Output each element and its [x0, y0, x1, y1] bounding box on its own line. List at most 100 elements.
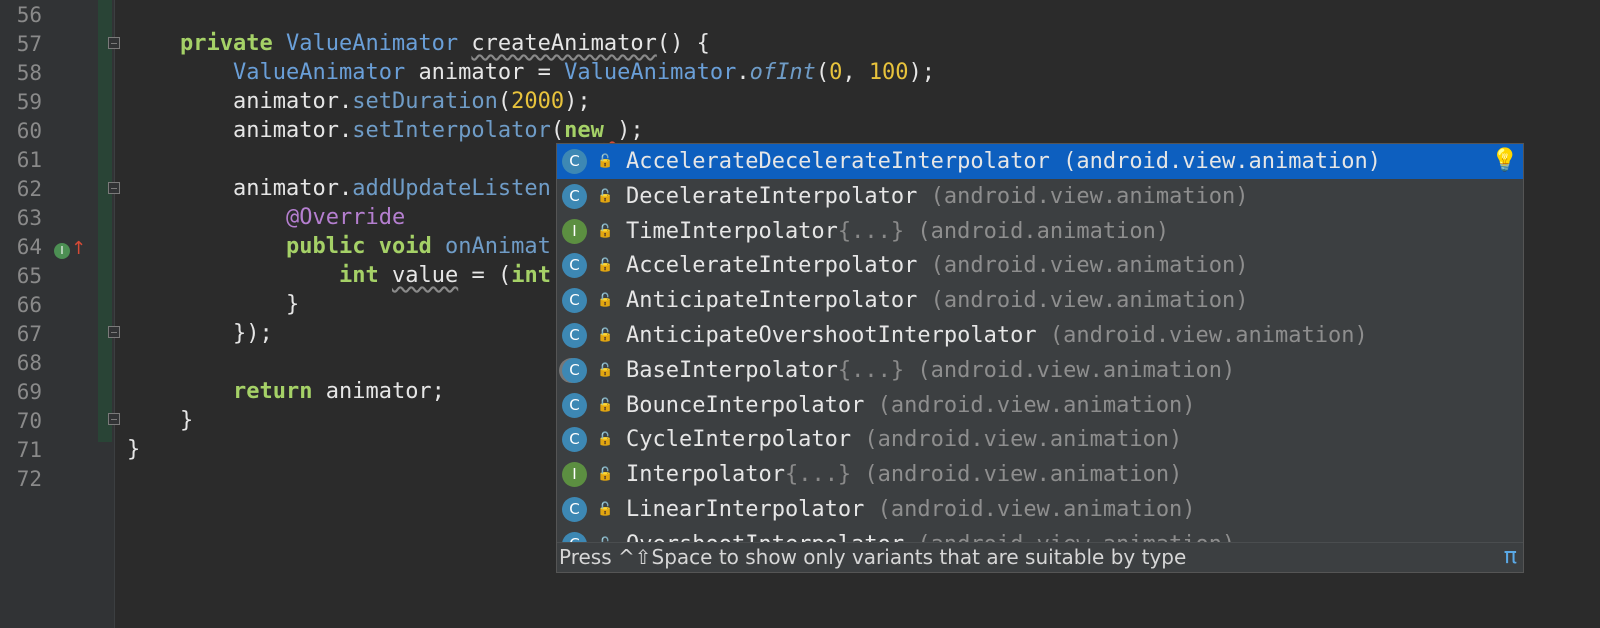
code-token: createAnimator — [471, 31, 657, 56]
code-token: . — [736, 60, 750, 85]
line-number: 63 — [16, 206, 42, 230]
code-token: = ( — [458, 263, 512, 288]
class-name: AnticipateOvershootInterpolator — [626, 323, 1037, 348]
interface-icon: I — [562, 462, 587, 488]
code-token: ValueAnimator — [233, 60, 419, 85]
completion-item[interactable]: C 🔓 DecelerateInterpolator (android.view.a… — [557, 179, 1523, 214]
code-token: onAnimat — [444, 234, 551, 259]
public-access-icon: 🔓 — [597, 293, 614, 309]
code-line[interactable]: animator.setDuration(2000); — [233, 87, 591, 117]
completion-list[interactable]: C 🔓 AccelerateDecelerateInterpolator (andr… — [557, 144, 1523, 542]
fold-marker-icon[interactable] — [108, 182, 120, 194]
class-icon: C — [562, 183, 587, 209]
code-token: animator. — [233, 89, 353, 114]
line-number: 65 — [16, 264, 42, 288]
code-token: ofInt — [749, 60, 816, 85]
code-token: } — [127, 437, 141, 462]
line-number: 62 — [16, 177, 42, 201]
completion-item[interactable]: C 🔓 AnticipateInterpolator (android.view.a… — [557, 283, 1523, 318]
completion-item[interactable]: C🔓OvershootInterpolator (android.view.an… — [557, 527, 1523, 542]
code-line[interactable]: } — [127, 435, 140, 465]
override-arrow-icon[interactable]: ↑ — [71, 238, 86, 259]
public-access-icon: 🔓 — [597, 432, 614, 448]
package-name: (android.animation) — [904, 218, 1170, 244]
code-token: ); — [564, 89, 591, 114]
code-line[interactable]: return animator; — [233, 377, 445, 407]
completion-item[interactable]: C 🔓 BaseInterpolator{...} (android.view.an… — [557, 353, 1523, 388]
line-number: 58 — [16, 61, 42, 85]
code-token: int — [339, 263, 392, 288]
code-token: addUpdateListen — [352, 176, 551, 201]
completion-item[interactable]: C 🔓 CycleInterpolator (android.view.animat… — [557, 422, 1523, 457]
vcs-change-marker[interactable] — [98, 0, 112, 442]
override-implements-icon[interactable]: I — [54, 243, 70, 259]
anonymous-suffix: {...} — [837, 218, 905, 244]
code-token: () { — [656, 31, 710, 56]
lightbulb-icon[interactable]: 💡 — [1491, 148, 1518, 174]
code-line[interactable]: int value = (int — [339, 261, 551, 291]
code-line[interactable]: }); — [233, 319, 273, 349]
completion-item[interactable]: C 🔓 AccelerateDecelerateInterpolator (andr… — [557, 144, 1523, 179]
code-token: } — [286, 292, 300, 317]
completion-item-name: AccelerateInterpolator (android.view.ani… — [626, 248, 1249, 283]
code-token: ( — [497, 89, 512, 114]
package-name: (android.view.animation) — [1049, 149, 1381, 174]
code-line[interactable]: @Override — [286, 203, 405, 233]
class-icon: C — [562, 323, 587, 348]
class-icon: C — [562, 427, 587, 453]
code-line[interactable]: } — [286, 290, 299, 320]
code-token: animator. — [233, 176, 353, 201]
line-number: 61 — [16, 148, 42, 172]
completion-item-name: AccelerateDecelerateInterpolator (androi… — [626, 144, 1381, 179]
class-icon: C — [562, 392, 587, 418]
fold-marker-icon[interactable] — [108, 413, 120, 425]
completion-item[interactable]: I 🔓 TimeInterpolator{...} (android.animati… — [557, 214, 1523, 249]
completion-item-name: LinearInterpolator (android.view.animati… — [626, 492, 1196, 527]
class-icon: C — [562, 357, 587, 383]
class-name: TimeInterpolator — [626, 218, 838, 244]
completion-item-name: CycleInterpolator (android.view.animatio… — [626, 422, 1182, 457]
fold-marker-icon[interactable] — [108, 326, 120, 338]
code-token: , — [842, 60, 869, 85]
code-line[interactable]: animator.setInterpolator(new ); — [233, 116, 644, 146]
code-token: 2000 — [511, 89, 565, 114]
class-name: CycleInterpolator — [626, 427, 852, 453]
code-line[interactable]: } — [180, 406, 193, 436]
code-token: ValueAnimator — [285, 31, 472, 56]
code-token: animator = — [418, 60, 565, 85]
completion-popup: C 🔓 AccelerateDecelerateInterpolator (andr… — [556, 143, 1524, 573]
class-name: DecelerateInterpolator — [626, 183, 918, 209]
class-icon: C — [562, 531, 587, 542]
code-line[interactable]: public void onAnimat — [286, 232, 551, 262]
anonymous-suffix: {...} — [784, 462, 852, 488]
code-line[interactable]: animator.addUpdateListen — [233, 174, 551, 204]
package-name: (android.view.animation) — [851, 427, 1183, 453]
completion-item[interactable]: C 🔓 BounceInterpolator (android.view.anima… — [557, 388, 1523, 423]
completion-item[interactable]: C 🔓 AccelerateInterpolator (android.view.a… — [557, 248, 1523, 283]
line-number: 66 — [16, 293, 42, 317]
public-access-icon: 🔓 — [597, 154, 614, 169]
code-line[interactable]: private ValueAnimator createAnimator() { — [180, 29, 710, 59]
code-token: }); — [233, 321, 273, 346]
completion-item-name: Interpolator{...} (android.view.animatio… — [626, 457, 1182, 492]
pi-icon[interactable]: π — [1504, 543, 1517, 571]
line-number: 68 — [16, 351, 42, 375]
anonymous-suffix: {...} — [837, 357, 905, 383]
completion-item-name: BaseInterpolator{...} (android.view.anim… — [626, 353, 1235, 388]
package-name: (android.view.animation) — [917, 253, 1249, 279]
code-line[interactable]: ValueAnimator animator = ValueAnimator.o… — [233, 58, 935, 88]
class-icon: C — [562, 497, 587, 522]
public-access-icon: 🔓 — [597, 362, 614, 378]
completion-item[interactable]: C 🔓 AnticipateOvershootInterpolator (andro… — [557, 318, 1523, 353]
class-name: LinearInterpolator — [626, 497, 865, 522]
code-token: setDuration — [352, 89, 498, 114]
line-number: 71 — [16, 438, 42, 462]
package-name: (android.view.animation) — [917, 288, 1249, 314]
line-number: 70 — [16, 409, 42, 433]
fold-marker-icon[interactable] — [108, 37, 120, 49]
completion-item[interactable]: C 🔓 LinearInterpolator (android.view.anima… — [557, 492, 1523, 527]
package-name: (android.view.animation) — [851, 462, 1183, 488]
completion-item[interactable]: I 🔓 Interpolator{...} (android.view.animat… — [557, 457, 1523, 492]
public-access-icon: 🔓 — [597, 258, 614, 274]
completion-item-name: OvershootInterpolator (android.view.anim… — [626, 527, 1235, 542]
